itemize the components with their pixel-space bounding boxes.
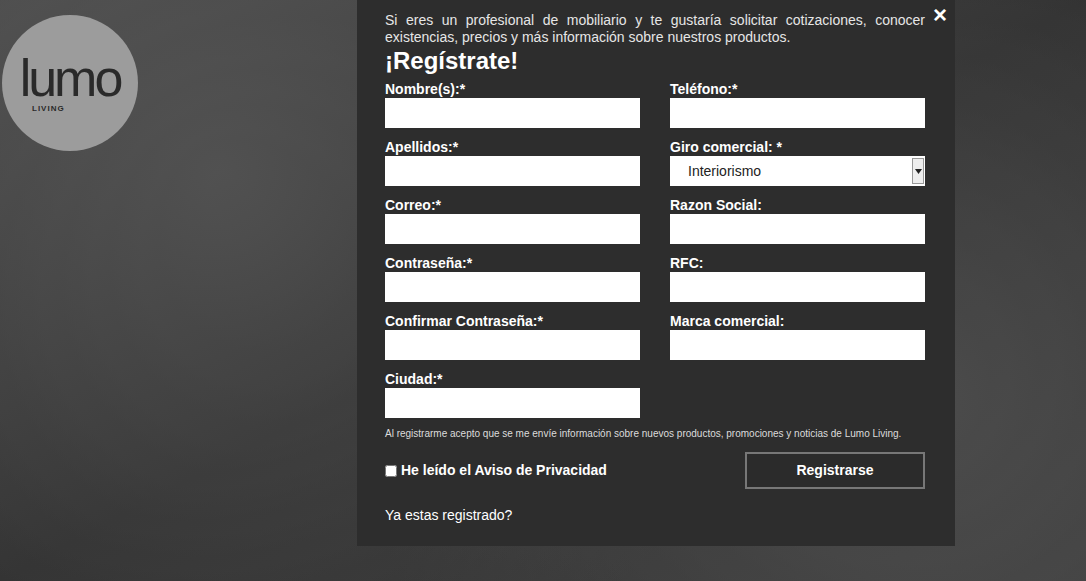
select-value: Interiorismo [688,161,761,182]
register-button[interactable]: Registrarse [745,452,925,489]
privacy-checkbox[interactable] [385,465,397,477]
form-field: RFC: [670,254,925,302]
privacy-label: He leído el Aviso de Privacidad [401,460,607,481]
page: lumoLIVING × Si eres un profesional de mob… [0,0,1086,581]
form-columns: Nombre(s):* Apellidos:* Correo:* Contraseña… [385,80,925,418]
form-field: Giro comercial: * Interiorismo [670,138,925,186]
form-field: Confirmar Contraseña:* [385,312,640,360]
logo-mark: lumo [20,52,121,104]
form-field: Nombre(s):* [385,80,640,128]
field-label: Teléfono:* [670,80,925,98]
form-field: Ciudad:* [385,370,640,418]
text-input[interactable] [670,214,925,244]
form-field: Correo:* [385,196,640,244]
register-modal: × Si eres un profesional de mobiliario y … [357,0,955,546]
disclaimer: Al registrarme acepto que se me envíe in… [385,428,925,440]
text-input[interactable] [385,388,640,418]
login-link[interactable]: Ya estas registrado? [385,505,925,526]
field-label: RFC: [670,254,925,272]
action-row: He leído el Aviso de Privacidad Registrar… [385,452,925,489]
dropdown-arrow-icon [912,158,924,184]
form-field: Teléfono:* [670,80,925,128]
logo[interactable]: lumoLIVING [2,15,138,151]
text-input[interactable] [670,272,925,302]
field-label: Nombre(s):* [385,80,640,98]
form-field: Contraseña:* [385,254,640,302]
field-label: Apellidos:* [385,138,640,156]
text-input[interactable] [670,98,925,128]
form-field: Marca comercial: [670,312,925,360]
close-button[interactable]: × [933,3,947,27]
field-label: Marca comercial: [670,312,925,330]
field-label: Contraseña:* [385,254,640,272]
field-label: Correo:* [385,196,640,214]
logo-tagline: LIVING [2,104,65,114]
text-input[interactable] [670,330,925,360]
text-input[interactable] [385,330,640,360]
heading: ¡Regístrate! [385,46,925,76]
field-label: Confirmar Contraseña:* [385,312,640,330]
field-label: Ciudad:* [385,370,640,388]
field-label: Giro comercial: * [670,138,925,156]
text-input[interactable] [385,156,640,186]
intro-text: Si eres un profesional de mobiliario y t… [385,12,925,46]
text-input[interactable] [385,98,640,128]
form-field: Razon Social: [670,196,925,244]
text-input[interactable] [385,214,640,244]
field-label: Razon Social: [670,196,925,214]
privacy-checkbox-row[interactable]: He leído el Aviso de Privacidad [385,460,607,481]
select-field[interactable]: Interiorismo [670,156,925,186]
form-field: Apellidos:* [385,138,640,186]
left-column: Nombre(s):* Apellidos:* Correo:* Contraseña… [385,80,640,418]
right-column: Teléfono:* Giro comercial: * Interiorismo R… [670,80,925,418]
text-input[interactable] [385,272,640,302]
